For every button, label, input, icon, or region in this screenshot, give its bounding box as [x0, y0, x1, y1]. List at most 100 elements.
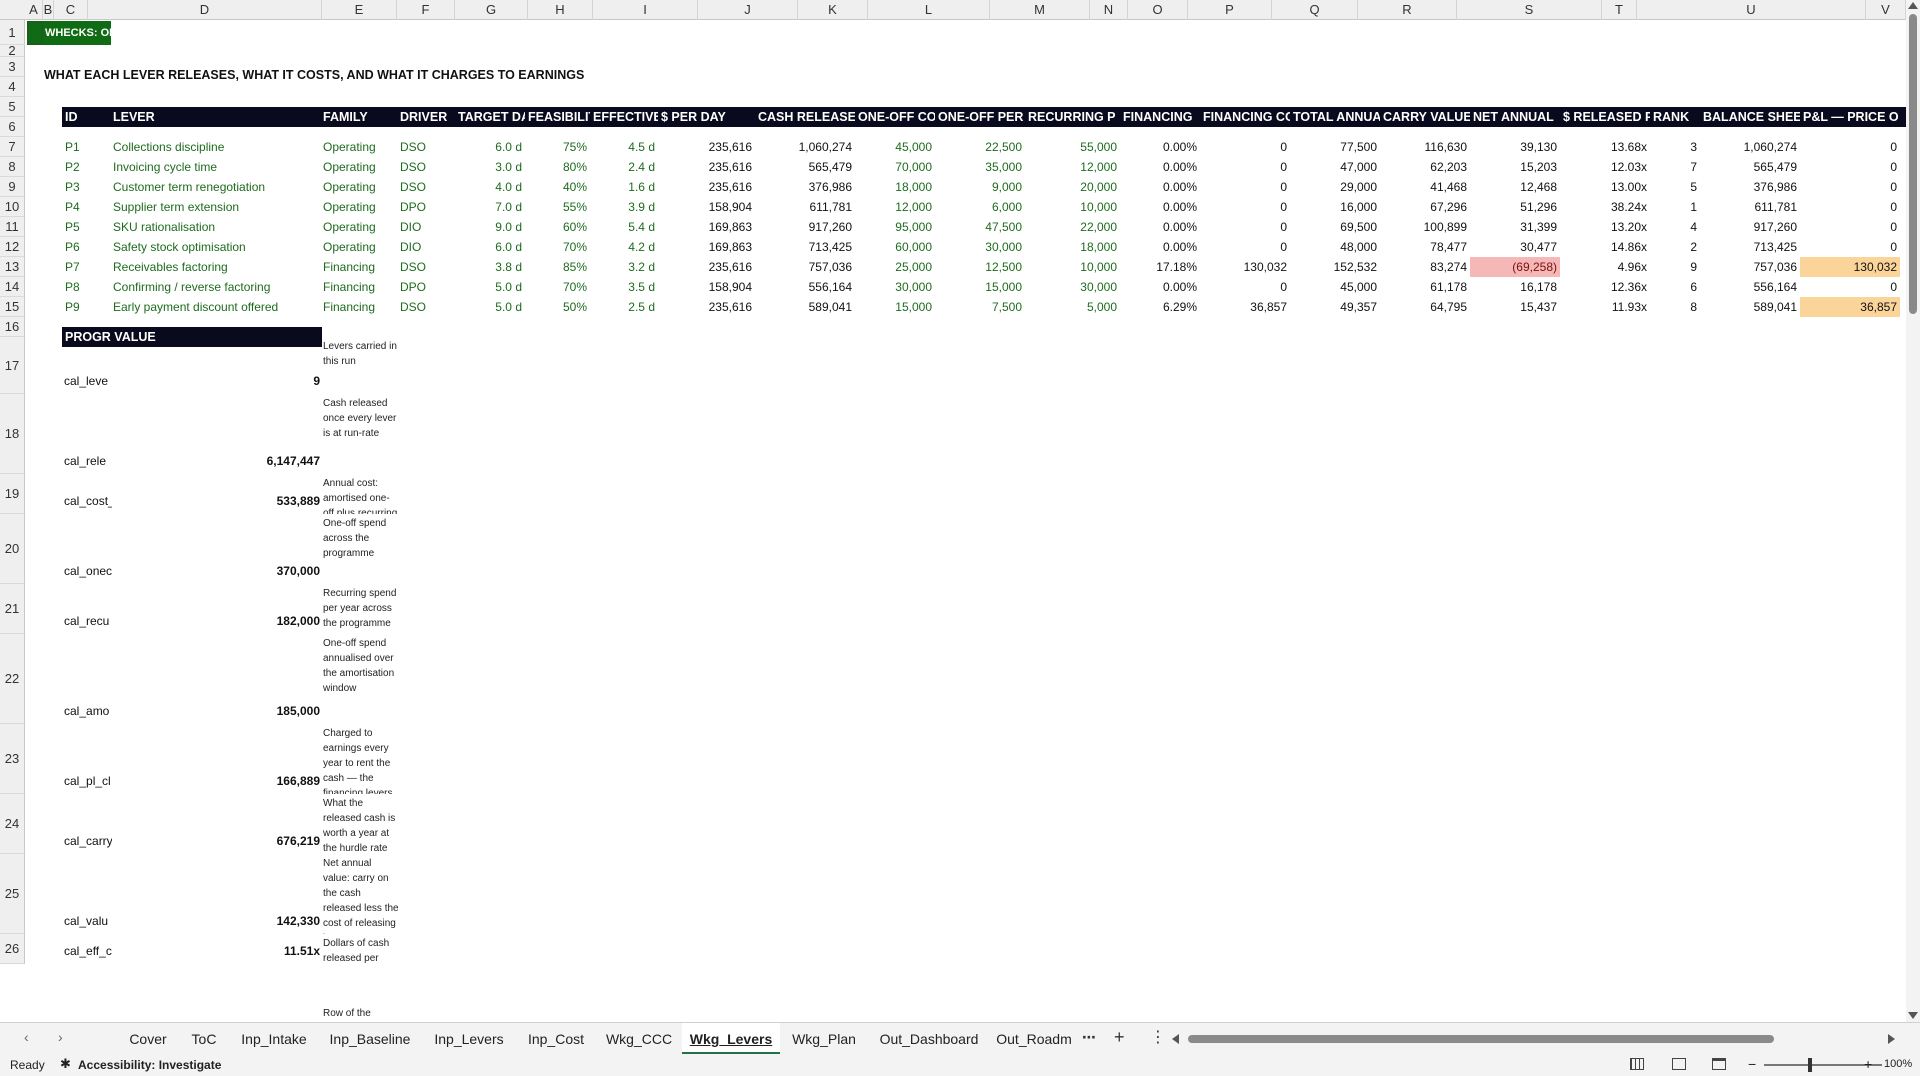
- table-cell[interactable]: 47,500: [935, 217, 1025, 237]
- table-cell[interactable]: DIO: [397, 217, 455, 237]
- table-cell[interactable]: Supplier term extension: [110, 197, 320, 217]
- tab-wkg-levers[interactable]: Wkg_Levers: [682, 1023, 780, 1055]
- table-cell[interactable]: 0: [1200, 177, 1290, 197]
- table-cell[interactable]: 565,479: [755, 157, 855, 177]
- table-cell[interactable]: P3: [62, 177, 110, 197]
- table-cell[interactable]: 0: [1800, 157, 1900, 177]
- row-header-20[interactable]: 20: [0, 514, 25, 584]
- table-cell[interactable]: 18,000: [855, 177, 935, 197]
- row-header-1[interactable]: 1: [0, 20, 25, 45]
- table-cell[interactable]: 30,000: [855, 277, 935, 297]
- table-cell[interactable]: 0: [1800, 177, 1900, 197]
- table-cell[interactable]: 10,000: [1025, 257, 1120, 277]
- table-cell[interactable]: 29,000: [1290, 177, 1380, 197]
- table-cell[interactable]: 0: [1200, 217, 1290, 237]
- table-cell[interactable]: 4.5 d: [590, 137, 658, 157]
- table-cell[interactable]: DSO: [397, 137, 455, 157]
- tab-scroll-right-icon[interactable]: ›: [58, 1029, 63, 1045]
- page-break-icon[interactable]: [1712, 1058, 1726, 1070]
- column-header-n[interactable]: N: [1090, 0, 1128, 20]
- table-cell[interactable]: 0: [1200, 137, 1290, 157]
- table-cell[interactable]: 3.8 d: [455, 257, 525, 277]
- zoom-level[interactable]: 100%: [1884, 1058, 1912, 1070]
- table-cell[interactable]: 95,000: [855, 217, 935, 237]
- table-cell[interactable]: Operating: [320, 237, 397, 257]
- table-cell[interactable]: Confirming / reverse factoring: [110, 277, 320, 297]
- table-cell[interactable]: 16,178: [1470, 277, 1560, 297]
- table-cell[interactable]: 10,000: [1025, 197, 1120, 217]
- table-cell[interactable]: 30,000: [1025, 277, 1120, 297]
- table-cell[interactable]: 7,500: [935, 297, 1025, 317]
- column-header-a[interactable]: A: [25, 0, 43, 20]
- table-cell[interactable]: Invoicing cycle time: [110, 157, 320, 177]
- table-cell[interactable]: 12,500: [935, 257, 1025, 277]
- table-cell[interactable]: 15,203: [1470, 157, 1560, 177]
- table-cell[interactable]: 45,000: [1290, 277, 1380, 297]
- table-cell[interactable]: 158,904: [658, 197, 755, 217]
- table-cell[interactable]: 12,000: [1025, 157, 1120, 177]
- table-cell[interactable]: 556,164: [1700, 277, 1800, 297]
- row-header-21[interactable]: 21: [0, 584, 25, 634]
- table-cell[interactable]: 9.0 d: [455, 217, 525, 237]
- table-cell[interactable]: 7.0 d: [455, 197, 525, 217]
- row-header-6[interactable]: 6: [0, 117, 25, 137]
- table-cell[interactable]: 13.20x: [1560, 217, 1650, 237]
- table-cell[interactable]: 41,468: [1380, 177, 1470, 197]
- table-cell[interactable]: DSO: [397, 297, 455, 317]
- table-cell[interactable]: 83,274: [1380, 257, 1470, 277]
- tab-inp-baseline[interactable]: Inp_Baseline: [318, 1023, 422, 1055]
- table-cell[interactable]: P5: [62, 217, 110, 237]
- table-cell[interactable]: 60,000: [855, 237, 935, 257]
- table-cell[interactable]: 0: [1800, 137, 1900, 157]
- table-cell[interactable]: DPO: [397, 277, 455, 297]
- table-cell[interactable]: DSO: [397, 177, 455, 197]
- table-cell[interactable]: 0.00%: [1120, 237, 1200, 257]
- table-cell[interactable]: 100,899: [1380, 217, 1470, 237]
- column-header-d[interactable]: D: [88, 0, 322, 20]
- table-cell[interactable]: 78,477: [1380, 237, 1470, 257]
- accessibility-status[interactable]: Accessibility: Investigate: [78, 1058, 221, 1072]
- table-cell[interactable]: 713,425: [755, 237, 855, 257]
- table-cell[interactable]: 39,130: [1470, 137, 1560, 157]
- table-cell[interactable]: 235,616: [658, 157, 755, 177]
- tab-out-dashboard[interactable]: Out_Dashboard: [868, 1023, 990, 1055]
- table-cell[interactable]: 0.00%: [1120, 177, 1200, 197]
- table-cell[interactable]: 40%: [525, 177, 590, 197]
- table-cell[interactable]: 47,000: [1290, 157, 1380, 177]
- tab-toc[interactable]: ToC: [178, 1023, 230, 1055]
- table-cell[interactable]: 2.4 d: [590, 157, 658, 177]
- hscroll-right-icon[interactable]: [1888, 1034, 1895, 1044]
- table-cell[interactable]: 12.36x: [1560, 277, 1650, 297]
- row-header-23[interactable]: 23: [0, 724, 25, 794]
- table-cell[interactable]: 25,000: [855, 257, 935, 277]
- table-cell[interactable]: 15,437: [1470, 297, 1560, 317]
- row-header-7[interactable]: 7: [0, 137, 25, 157]
- table-cell[interactable]: 917,260: [755, 217, 855, 237]
- table-cell[interactable]: 235,616: [658, 137, 755, 157]
- row-header-13[interactable]: 13: [0, 257, 25, 277]
- table-cell[interactable]: 0.00%: [1120, 197, 1200, 217]
- column-header-g[interactable]: G: [455, 0, 528, 20]
- table-cell[interactable]: 0: [1200, 237, 1290, 257]
- tab-inp-cost[interactable]: Inp_Cost: [516, 1023, 596, 1055]
- tab-cover[interactable]: Cover: [118, 1023, 178, 1055]
- column-header-v[interactable]: V: [1866, 0, 1906, 20]
- table-cell[interactable]: 0: [1800, 277, 1900, 297]
- table-cell[interactable]: 13.68x: [1560, 137, 1650, 157]
- table-cell[interactable]: P1: [62, 137, 110, 157]
- row-header-8[interactable]: 8: [0, 157, 25, 177]
- row-header-12[interactable]: 12: [0, 237, 25, 257]
- table-cell[interactable]: 611,781: [755, 197, 855, 217]
- table-cell[interactable]: 2: [1650, 237, 1700, 257]
- table-cell[interactable]: 11.93x: [1560, 297, 1650, 317]
- page-layout-icon[interactable]: [1672, 1058, 1686, 1070]
- table-cell[interactable]: 5.0 d: [455, 297, 525, 317]
- column-header-o[interactable]: O: [1128, 0, 1188, 20]
- table-cell[interactable]: 1,060,274: [755, 137, 855, 157]
- table-cell[interactable]: 757,036: [755, 257, 855, 277]
- table-cell[interactable]: 6.0 d: [455, 137, 525, 157]
- column-header-j[interactable]: J: [698, 0, 798, 20]
- table-cell[interactable]: 12.03x: [1560, 157, 1650, 177]
- table-cell[interactable]: 169,863: [658, 237, 755, 257]
- tab-wkg-plan[interactable]: Wkg_Plan: [780, 1023, 868, 1055]
